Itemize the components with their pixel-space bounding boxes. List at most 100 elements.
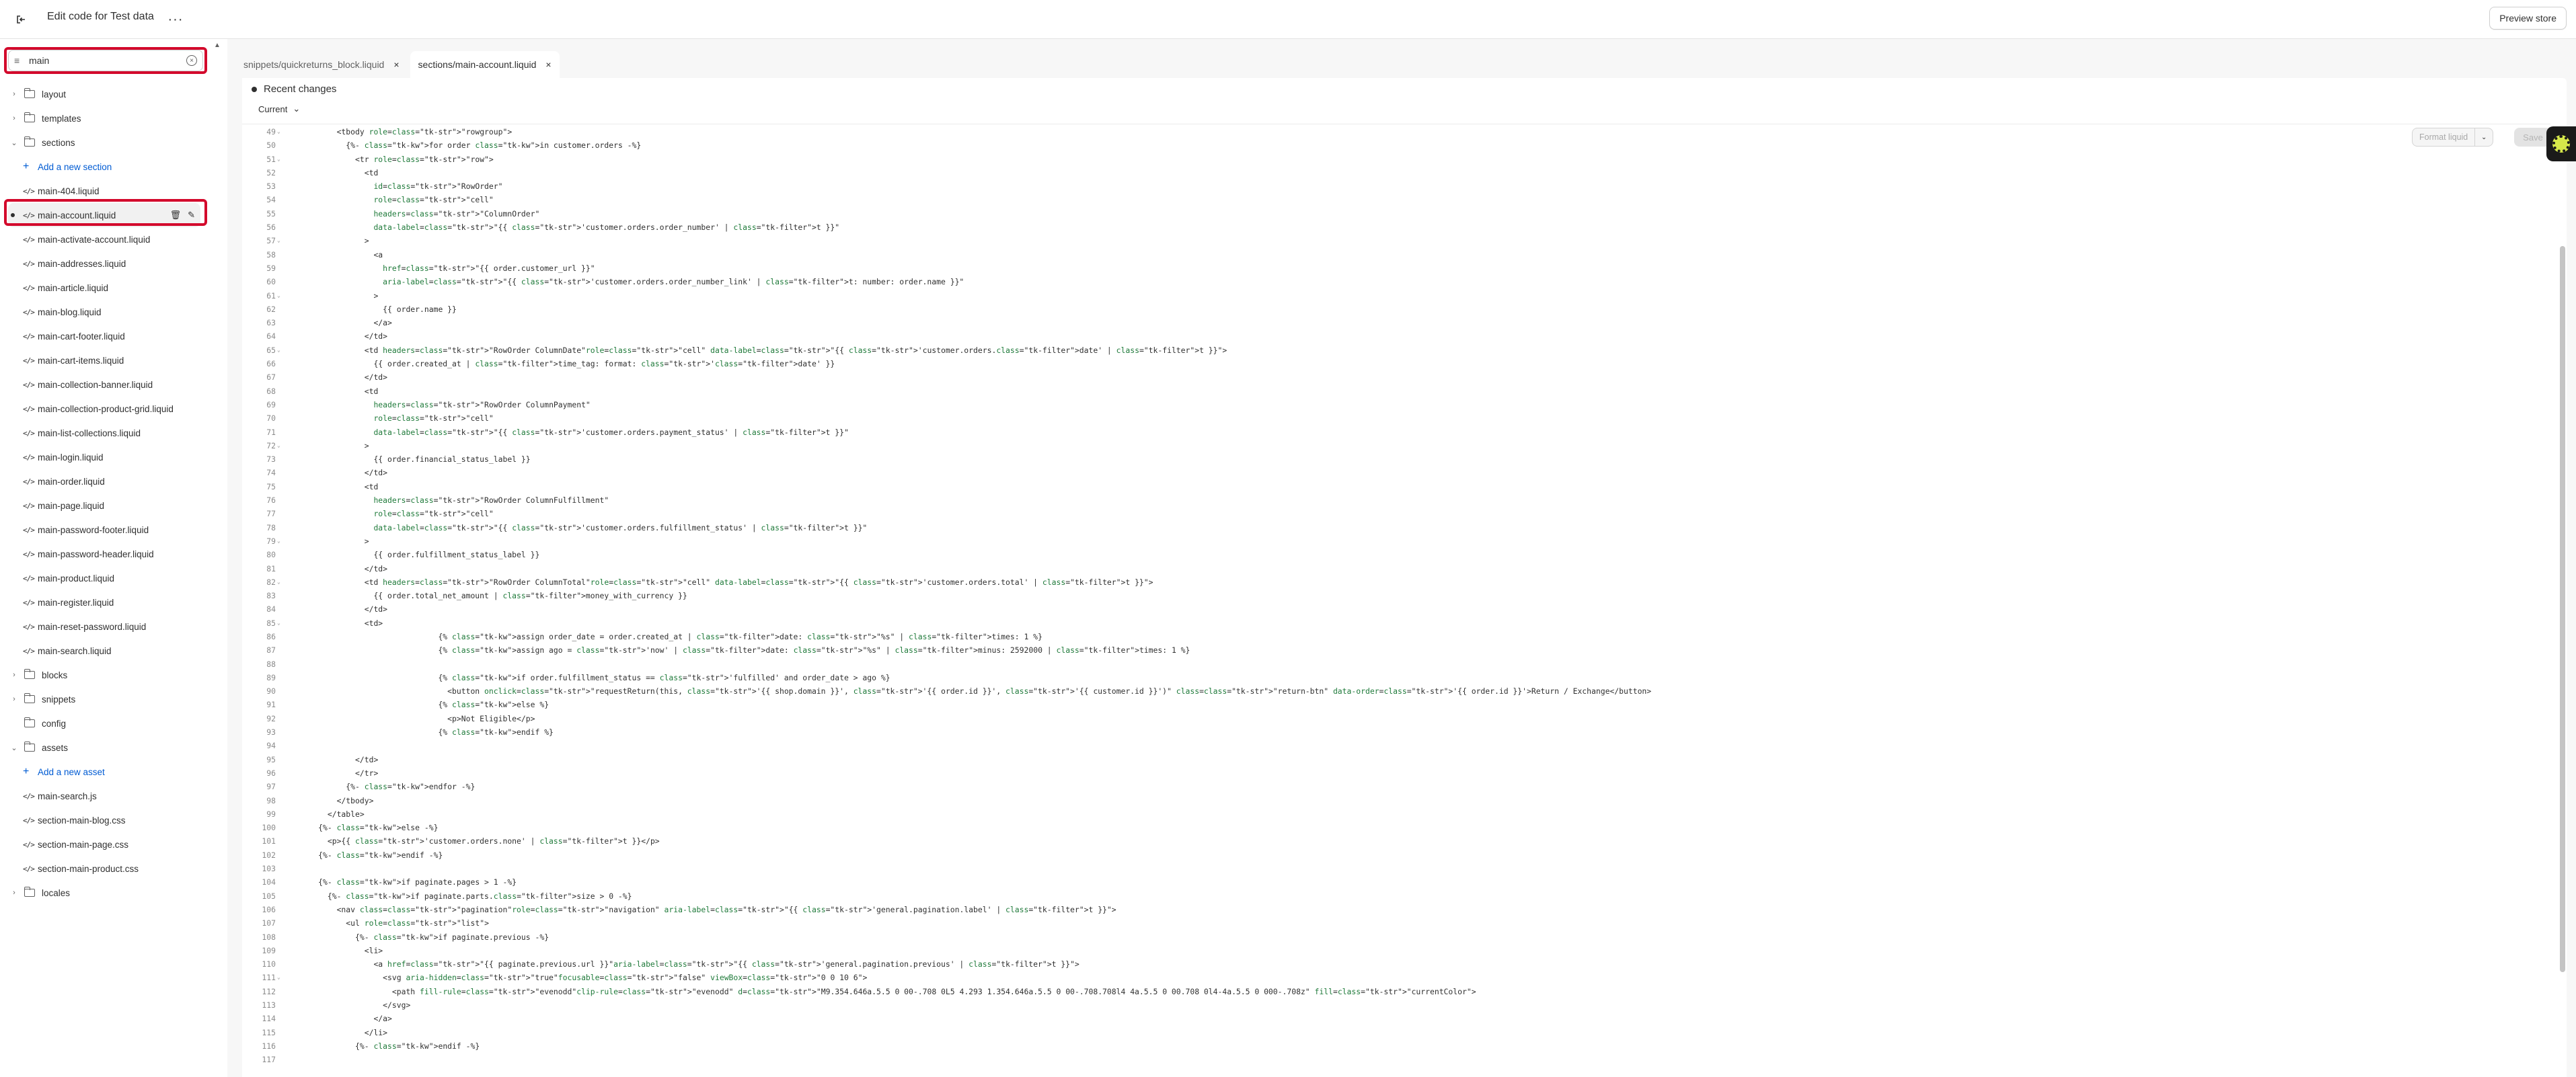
code-line[interactable]: 76 headers=class="tk-str">"RowOrder Colu…	[242, 493, 2550, 507]
more-actions-button[interactable]: ···	[164, 8, 187, 31]
code-line[interactable]: 105 {%- class="tk-kw">if paginate.parts.…	[242, 889, 2550, 903]
code-line[interactable]: 98 </tbody>	[242, 794, 2550, 807]
file-item[interactable]: </> main-collection-product-grid.liquid	[0, 397, 209, 421]
version-select[interactable]: Current ⌄	[258, 104, 300, 114]
code-line[interactable]: 116 {%- class="tk-kw">endif -%}	[242, 1039, 2550, 1053]
code-line[interactable]: 55 headers=class="tk-str">"ColumnOrder"	[242, 207, 2550, 221]
file-item[interactable]: </> main-addresses.liquid	[0, 251, 209, 276]
code-line[interactable]: 50 {%- class="tk-kw">for order class ="tk…	[242, 138, 2550, 152]
file-item[interactable]: </> section-main-page.css	[0, 832, 209, 856]
fold-chevron-icon[interactable]: ⌄	[277, 439, 285, 452]
add-new-link[interactable]: + Add a new section	[0, 155, 209, 179]
folder-snippets[interactable]: › snippets	[0, 687, 209, 711]
editor-tab[interactable]: snippets/quickreturns_block.liquid ×	[235, 51, 408, 78]
file-item[interactable]: </> main-reset-password.liquid	[0, 614, 209, 639]
recent-changes[interactable]: Recent changes	[252, 83, 336, 95]
file-item[interactable]: </> main-list-collections.liquid	[0, 421, 209, 445]
file-item[interactable]: </> main-search.js	[0, 784, 209, 808]
code-editor[interactable]: 49 ⌄ <tbody role=class="tk-str">"rowgroup…	[242, 125, 2550, 1077]
code-line[interactable]: 99 </table>	[242, 807, 2550, 821]
code-line[interactable]: 93 {% class="tk-kw">endif %}	[242, 725, 2550, 739]
code-line[interactable]: 70 role=class="tk-str">"cell"	[242, 411, 2550, 425]
code-line[interactable]: 74 </td>	[242, 466, 2550, 479]
code-line[interactable]: 66 {{ order.created_at | class="tk-filte…	[242, 357, 2550, 370]
sidebar-scroll-up-icon[interactable]: ▲	[214, 42, 223, 51]
code-line[interactable]: 58 <a	[242, 248, 2550, 262]
code-line[interactable]: 87 {% class="tk-kw">assign ago = class ="…	[242, 643, 2550, 657]
code-line[interactable]: 69 headers=class="tk-str">"RowOrder Colu…	[242, 398, 2550, 411]
code-line[interactable]: 75 <td	[242, 480, 2550, 493]
code-line[interactable]: 86 {% class="tk-kw">assign order_date = …	[242, 630, 2550, 643]
file-item[interactable]: </> main-cart-footer.liquid	[0, 324, 209, 348]
code-line[interactable]: 64 </td>	[242, 329, 2550, 343]
file-item[interactable]: </> main-article.liquid	[0, 276, 209, 300]
editor-scrollbar[interactable]	[2560, 246, 2565, 972]
fold-chevron-icon[interactable]: ⌄	[277, 971, 285, 984]
format-liquid-button[interactable]: Format liquid	[2413, 128, 2476, 146]
file-item[interactable]: </> main-activate-account.liquid	[0, 227, 209, 251]
code-line[interactable]: 92 <p>Not Eligible</p>	[242, 712, 2550, 725]
folder-assets[interactable]: ⌄ assets	[0, 735, 209, 760]
code-line[interactable]: 112 <path fill-rule=class="tk-str">"even…	[242, 985, 2550, 998]
code-line[interactable]: 49 ⌄ <tbody role=class="tk-str">"rowgroup…	[242, 125, 2550, 138]
code-line[interactable]: 78 data-label=class="tk-str">"{{ class="…	[242, 521, 2550, 534]
code-line[interactable]: 79 ⌄ >	[242, 534, 2550, 548]
file-item[interactable]: </> main-cart-items.liquid	[0, 348, 209, 372]
code-line[interactable]: 81 </td>	[242, 562, 2550, 575]
fold-chevron-icon[interactable]: ⌄	[277, 616, 285, 630]
fold-chevron-icon[interactable]: ⌄	[277, 575, 285, 589]
code-line[interactable]: 94	[242, 739, 2550, 752]
code-line[interactable]: 89 {% class="tk-kw">if order.fulfillment…	[242, 671, 2550, 684]
code-line[interactable]: 90 <button onclick=class="tk-str">"reque…	[242, 684, 2550, 698]
file-item[interactable]: </> main-collection-banner.liquid	[0, 372, 209, 397]
fold-chevron-icon[interactable]: ⌄	[277, 234, 285, 247]
code-line[interactable]: 104 {%- class="tk-kw">if paginate.pages …	[242, 875, 2550, 889]
code-line[interactable]: 95 </td>	[242, 753, 2550, 766]
folder-templates[interactable]: › templates	[0, 106, 209, 130]
folder-blocks[interactable]: › blocks	[0, 663, 209, 687]
code-line[interactable]: 88	[242, 657, 2550, 671]
fold-chevron-icon[interactable]: ⌄	[277, 153, 285, 166]
code-line[interactable]: 115 </li>	[242, 1026, 2550, 1039]
code-line[interactable]: 84 </td>	[242, 602, 2550, 616]
close-tab-icon[interactable]: ×	[393, 59, 399, 70]
file-item[interactable]: </> main-register.liquid	[0, 590, 209, 614]
file-item[interactable]: </> main-search.liquid	[0, 639, 209, 663]
file-item[interactable]: </> main-login.liquid	[0, 445, 209, 469]
file-item[interactable]: </> section-main-blog.css	[0, 808, 209, 832]
code-line[interactable]: 107 <ul role=class="tk-str">"list" >	[242, 916, 2550, 930]
code-line[interactable]: 67 </td>	[242, 370, 2550, 384]
code-line[interactable]: 63 </a>	[242, 316, 2550, 329]
code-line[interactable]: 117	[242, 1053, 2550, 1066]
code-line[interactable]: 65 ⌄ <td headers=class="tk-str">"RowOrder…	[242, 344, 2550, 357]
code-line[interactable]: 53 id=class="tk-str">"RowOrder"	[242, 180, 2550, 193]
code-line[interactable]: 82 ⌄ <td headers=class="tk-str">"RowOrder…	[242, 575, 2550, 589]
code-line[interactable]: 52 <td	[242, 166, 2550, 180]
code-line[interactable]: 68 <td	[242, 385, 2550, 398]
file-item[interactable]: </> main-order.liquid	[0, 469, 209, 493]
code-line[interactable]: 101 <p>{{ class="tk-str">'customer.order…	[242, 834, 2550, 848]
preview-store-button[interactable]: Preview store	[2489, 7, 2567, 30]
exit-button[interactable]	[9, 7, 34, 32]
file-item[interactable]: </> main-password-footer.liquid	[0, 518, 209, 542]
code-line[interactable]: 73 {{ order.financial_status_label }}	[242, 452, 2550, 466]
code-line[interactable]: 111 ⌄ <svg aria-hidden=class="tk-str">"tr…	[242, 971, 2550, 984]
format-options-chevron-icon[interactable]: ⌄	[2475, 128, 2493, 146]
close-tab-icon[interactable]: ×	[545, 59, 551, 70]
file-item[interactable]: </> main-blog.liquid	[0, 300, 209, 324]
file-item[interactable]: </> main-password-header.liquid	[0, 542, 209, 566]
code-line[interactable]: 109 <li>	[242, 944, 2550, 957]
code-line[interactable]: 62 {{ order.name }}	[242, 303, 2550, 316]
code-line[interactable]: 77 role=class="tk-str">"cell"	[242, 507, 2550, 520]
code-line[interactable]: 56 data-label=class="tk-str">"{{ class="…	[242, 221, 2550, 234]
code-line[interactable]: 60 aria-label=class="tk-str">"{{ class="…	[242, 275, 2550, 288]
add-new-link[interactable]: + Add a new asset	[0, 760, 209, 784]
fold-chevron-icon[interactable]: ⌄	[277, 344, 285, 357]
code-line[interactable]: 59 href=class="tk-str">"{{ order.custome…	[242, 262, 2550, 275]
code-line[interactable]: 91 {% class="tk-kw">else %}	[242, 698, 2550, 711]
code-line[interactable]: 80 {{ order.fulfillment_status_label }}	[242, 548, 2550, 561]
code-line[interactable]: 85 ⌄ <td>	[242, 616, 2550, 630]
code-line[interactable]: 108 {%- class="tk-kw">if paginate.previo…	[242, 930, 2550, 944]
code-line[interactable]: 97 {%- class="tk-kw">endfor -%}	[242, 780, 2550, 793]
editor-tab[interactable]: sections/main-account.liquid ×	[410, 51, 560, 78]
